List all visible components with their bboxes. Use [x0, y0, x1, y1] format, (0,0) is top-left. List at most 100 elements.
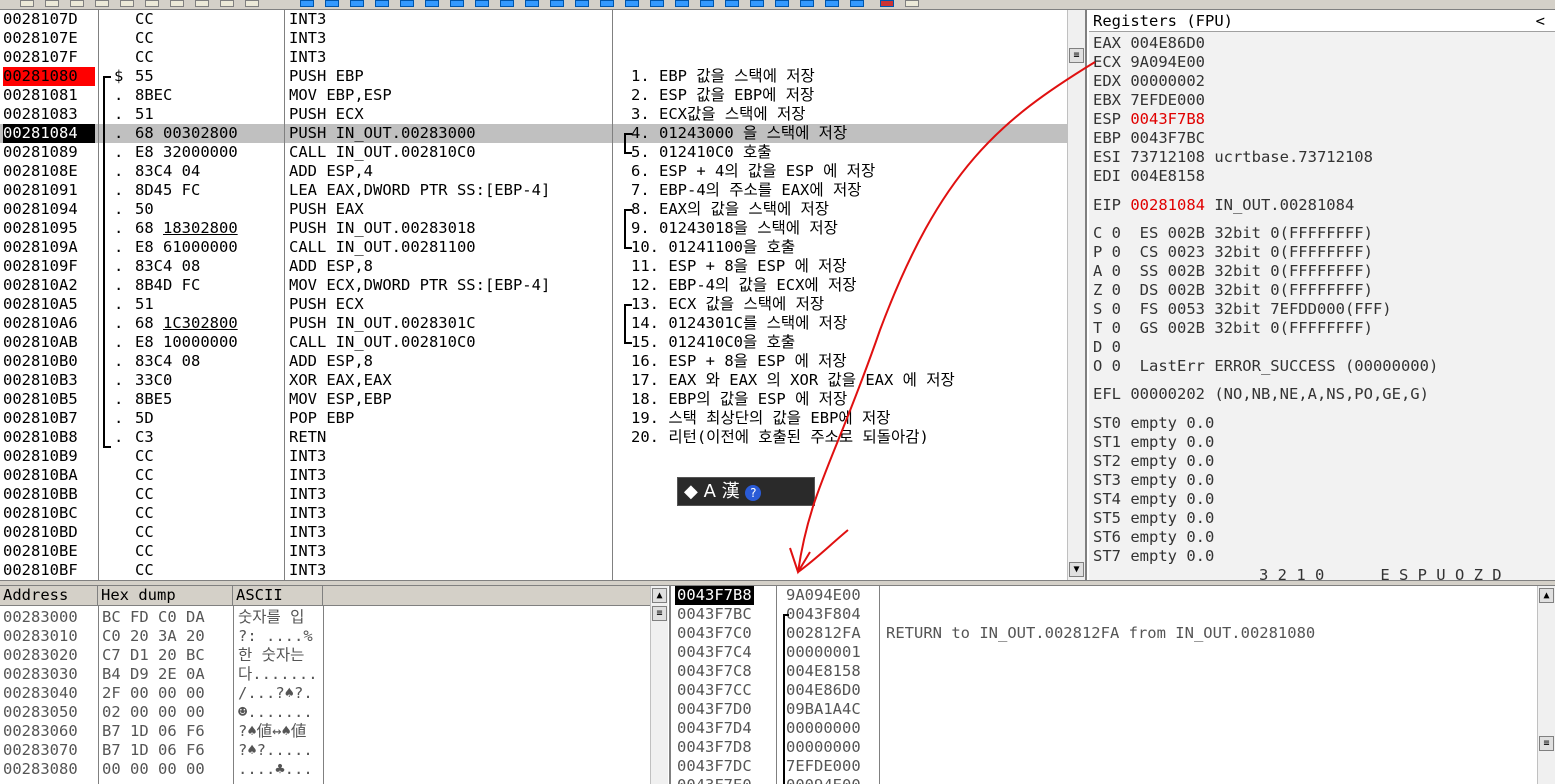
stack-row[interactable]: 0043F7DC 7EFDE000	[671, 757, 1531, 776]
disasm-row[interactable]: 002810BC CC INT3	[0, 504, 1068, 523]
stack-row[interactable]: 0043F7D0 09BA1A4C	[671, 700, 1531, 719]
register-line[interactable]: ST7 empty 0.0	[1093, 547, 1214, 566]
toolbar-button[interactable]	[725, 0, 739, 7]
register-line[interactable]: Z 0 DS 002B 32bit 0(FFFFFFFF)	[1093, 281, 1373, 300]
dump-scrollbar[interactable]: ▲ ≡	[650, 586, 668, 784]
toolbar-button[interactable]	[300, 0, 314, 7]
disasm-row[interactable]: 00281091. 8D45 FC LEA EAX,DWORD PTR SS:[EB…	[0, 181, 1068, 200]
toolbar-button[interactable]	[120, 0, 134, 7]
stack-row[interactable]: 0043F7C8 004E8158	[671, 662, 1531, 681]
dump-header-address[interactable]: Address	[0, 586, 98, 606]
dump-pane[interactable]: Address Hex dump ASCII 00283000 BC FD C0 …	[0, 586, 668, 784]
toolbar-button[interactable]	[145, 0, 159, 7]
dump-header-ascii[interactable]: ASCII	[233, 586, 323, 606]
register-line[interactable]: T 0 GS 002B 32bit 0(FFFFFFFF)	[1093, 319, 1373, 338]
toolbar-button[interactable]	[95, 0, 109, 7]
disasm-row[interactable]: 002810B8. C3 RETN 20. 리턴(이전에 호출된 주소로 되돌아감)	[0, 428, 1068, 447]
register-line[interactable]: ESP 0043F7B8	[1093, 110, 1205, 129]
scroll-up-icon[interactable]: ▲	[652, 588, 667, 603]
disasm-row[interactable]: 0028109A. E8 61000000 CALL IN_OUT.00281100…	[0, 238, 1068, 257]
register-line[interactable]: EDX 00000002	[1093, 72, 1205, 91]
register-line[interactable]: ST6 empty 0.0	[1093, 528, 1214, 547]
disasm-row[interactable]: 002810BD CC INT3	[0, 523, 1068, 542]
register-line[interactable]: O 0 LastErr ERROR_SUCCESS (00000000)	[1093, 357, 1438, 376]
toolbar-button[interactable]	[700, 0, 714, 7]
toolbar-button[interactable]	[45, 0, 59, 7]
toolbar-button[interactable]	[905, 0, 919, 7]
toolbar-button[interactable]	[775, 0, 789, 7]
toolbar-button[interactable]	[375, 0, 389, 7]
scrollbar-thumb-icon[interactable]: ≡	[1069, 48, 1084, 63]
toolbar-button[interactable]	[550, 0, 564, 7]
register-line[interactable]: ST2 empty 0.0	[1093, 452, 1214, 471]
toolbar-button[interactable]	[880, 0, 894, 7]
toolbar-button[interactable]	[575, 0, 589, 7]
toolbar-button[interactable]	[400, 0, 414, 7]
register-line[interactable]: S 0 FS 0053 32bit 7EFDD000(FFF)	[1093, 300, 1392, 319]
dump-header-hex[interactable]: Hex dump	[98, 586, 233, 606]
disasm-row[interactable]: 00281083. 51 PUSH ECX 3. ECX값을 스택에 저장	[0, 105, 1068, 124]
disasm-row[interactable]: 00281081. 8BEC MOV EBP,ESP 2. ESP 값을 EBP에 저…	[0, 86, 1068, 105]
register-line[interactable]: ST0 empty 0.0	[1093, 414, 1214, 433]
toolbar-button[interactable]	[800, 0, 814, 7]
register-line[interactable]: P 0 CS 0023 32bit 0(FFFFFFFF)	[1093, 243, 1373, 262]
scrollbar-thumb-icon[interactable]: ≡	[652, 606, 667, 621]
toolbar-button[interactable]	[20, 0, 34, 7]
toolbar-button[interactable]	[625, 0, 639, 7]
toolbar-button[interactable]	[70, 0, 84, 7]
toolbar-button[interactable]	[245, 0, 259, 7]
toolbar-button[interactable]	[825, 0, 839, 7]
disasm-row[interactable]: 002810BA CC INT3	[0, 466, 1068, 485]
disasm-row[interactable]: 00281084. 68 00302800 PUSH IN_OUT.00283000…	[0, 124, 1068, 143]
stack-pane[interactable]: 0043F7B8 9A094E00 0043F7BC 0043F804 0043F7C0…	[669, 586, 1555, 784]
toolbar-button[interactable]	[350, 0, 364, 7]
toolbar-button[interactable]	[675, 0, 689, 7]
register-line[interactable]: EIP 00281084 IN_OUT.00281084	[1093, 196, 1354, 215]
register-line[interactable]: EAX 004E86D0	[1093, 34, 1205, 53]
disasm-row[interactable]: 0028108E. 83C4 04 ADD ESP,4 6. ESP + 4의 값을 …	[0, 162, 1068, 181]
disasm-row[interactable]: 002810B3. 33C0 XOR EAX,EAX 17. EAX 와 EAX 의 …	[0, 371, 1068, 390]
disasm-row[interactable]: 002810A2. 8B4D FC MOV ECX,DWORD PTR SS:[EB…	[0, 276, 1068, 295]
disasm-row[interactable]: 00281089. E8 32000000 CALL IN_OUT.002810C0…	[0, 143, 1068, 162]
register-line[interactable]: ST4 empty 0.0	[1093, 490, 1214, 509]
toolbar-button[interactable]	[500, 0, 514, 7]
stack-row[interactable]: 0043F7CC 004E86D0	[671, 681, 1531, 700]
stack-row[interactable]: 0043F7BC 0043F804	[671, 605, 1531, 624]
toolbar-button[interactable]	[750, 0, 764, 7]
register-line[interactable]: EDI 004E8158	[1093, 167, 1205, 186]
stack-scrollbar[interactable]: ▲ ≡	[1537, 586, 1555, 784]
ime-language-bar[interactable]: ◆ A 漢 ?	[677, 477, 815, 506]
disasm-row[interactable]: 00281095. 68 18302800 PUSH IN_OUT.00283018…	[0, 219, 1068, 238]
toolbar-button[interactable]	[170, 0, 184, 7]
register-line[interactable]: D 0	[1093, 338, 1121, 357]
toolbar-button[interactable]	[195, 0, 209, 7]
stack-row[interactable]: 0043F7C0 002812FA RETURN to IN_OUT.002812F…	[671, 624, 1531, 643]
register-line[interactable]: EBP 0043F7BC	[1093, 129, 1205, 148]
toolbar-button[interactable]	[850, 0, 864, 7]
stack-row[interactable]: 0043F7C4 00000001	[671, 643, 1531, 662]
scroll-up-icon[interactable]: ▲	[1539, 588, 1554, 603]
help-icon[interactable]: ?	[745, 485, 762, 501]
register-line[interactable]: A 0 SS 002B 32bit 0(FFFFFFFF)	[1093, 262, 1373, 281]
registers-pane[interactable]: Registers (FPU) < EAX 004E86D0 ECX 9A094E…	[1089, 10, 1555, 580]
disasm-row[interactable]: 002810A6. 68 1C302800 PUSH IN_OUT.0028301C…	[0, 314, 1068, 333]
register-line[interactable]: ESI 73712108 ucrtbase.73712108	[1093, 148, 1373, 167]
stack-row[interactable]: 0043F7E0 00094E00	[671, 776, 1531, 784]
register-line[interactable]: ST3 empty 0.0	[1093, 471, 1214, 490]
disasm-row[interactable]: 002810BE CC INT3	[0, 542, 1068, 561]
disasm-row[interactable]: 00281094. 50 PUSH EAX 8. EAX의 값을 스택에 저장	[0, 200, 1068, 219]
toolbar-button[interactable]	[325, 0, 339, 7]
disasm-row[interactable]: 002810B9 CC INT3	[0, 447, 1068, 466]
toolbar-button[interactable]	[450, 0, 464, 7]
disasm-row[interactable]: 00281080 $55 PUSH EBP 1. EBP 값을 스택에 저장	[0, 67, 1068, 86]
disasm-row[interactable]: 0028107E CC INT3	[0, 29, 1068, 48]
disasm-row[interactable]: 002810BF CC INT3	[0, 561, 1068, 580]
register-line[interactable]: ST5 empty 0.0	[1093, 509, 1214, 528]
stack-row[interactable]: 0043F7B8 9A094E00	[671, 586, 1531, 605]
disasm-row[interactable]: 002810B5. 8BE5 MOV ESP,EBP 18. EBP의 값을 ESP …	[0, 390, 1068, 409]
disasm-row[interactable]: 0028109F. 83C4 08 ADD ESP,8 11. ESP + 8을 ES…	[0, 257, 1068, 276]
collapse-chevron-icon[interactable]: <	[1536, 10, 1545, 32]
register-line[interactable]: C 0 ES 002B 32bit 0(FFFFFFFF)	[1093, 224, 1373, 243]
scroll-down-icon[interactable]: ▼	[1069, 562, 1084, 577]
register-line[interactable]: EBX 7EFDE000	[1093, 91, 1205, 110]
